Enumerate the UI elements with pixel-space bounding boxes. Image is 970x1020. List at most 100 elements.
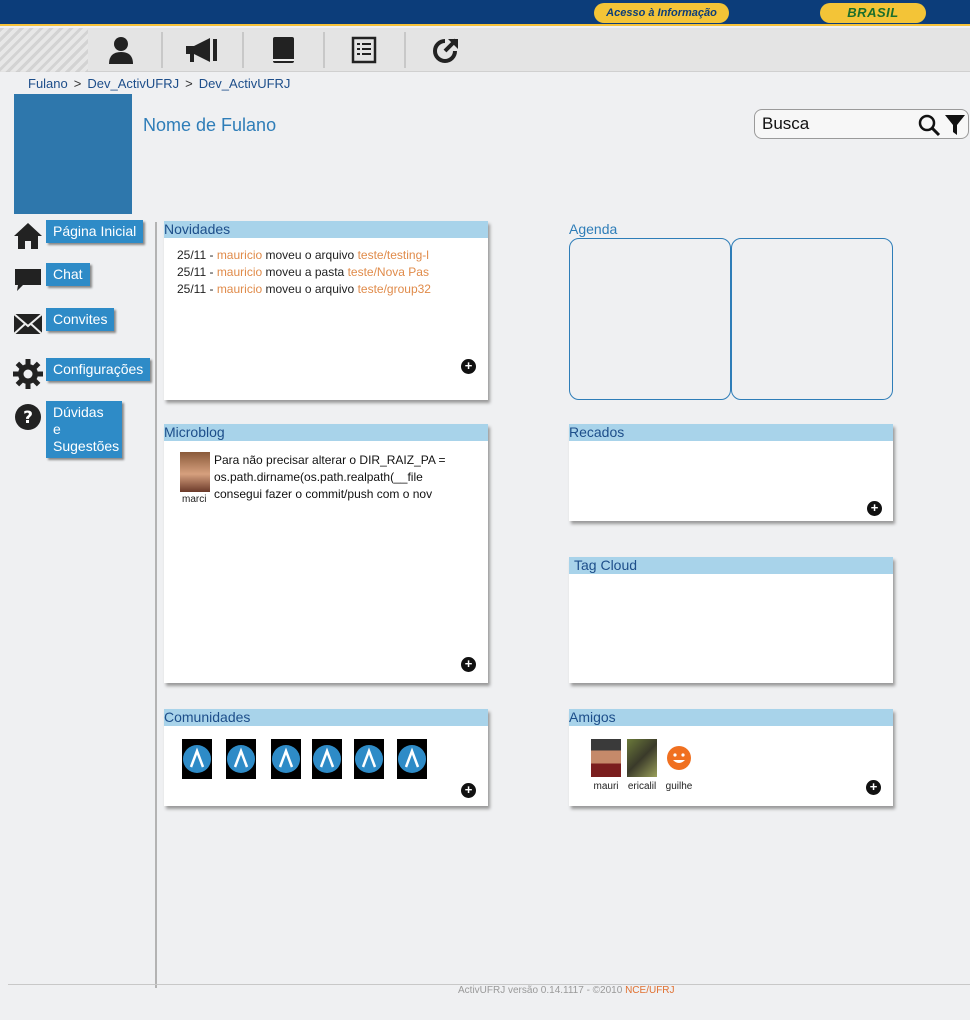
activ-logo-icon (183, 745, 211, 773)
breadcrumb-separator: > (185, 76, 193, 91)
comunidades-title: Comunidades (164, 709, 488, 726)
microblog-panel: Microblog marci Para não precisar altera… (164, 424, 488, 683)
profile-button[interactable] (103, 32, 139, 68)
amigos-more-button[interactable]: + (866, 780, 881, 795)
friend-item[interactable]: guilhe (664, 739, 694, 792)
amigos-panel: Amigos mauri ericalil guilhe + (569, 709, 893, 806)
friend-name: ericalil (627, 781, 657, 792)
megaphone-icon (186, 38, 217, 62)
activ-logo-icon (355, 745, 383, 773)
svg-text:?: ? (23, 408, 33, 428)
envelope-icon (12, 308, 44, 340)
community-item[interactable] (312, 739, 342, 779)
target-link[interactable]: teste/Nova Pas (348, 265, 429, 279)
novidades-list: 25/11 - mauricio moveu o arquivo teste/t… (177, 247, 448, 298)
target-link[interactable]: teste/testing-l (358, 248, 429, 262)
novidades-more-button[interactable]: + (461, 359, 476, 374)
recados-panel: Recados + (569, 424, 893, 521)
item-action: moveu o arquivo (265, 248, 355, 262)
tag-cloud-title: Tag Cloud (569, 557, 893, 574)
sidebar-item-convites[interactable]: Convites (12, 308, 115, 340)
microblog-more-button[interactable]: + (461, 657, 476, 672)
agenda-calendar-cell[interactable] (731, 238, 893, 400)
activ-logo-icon (313, 745, 341, 773)
breadcrumb-item[interactable]: Fulano (28, 76, 68, 91)
user-link[interactable]: mauricio (217, 248, 262, 262)
list-item: 25/11 - mauricio moveu o arquivo teste/t… (177, 247, 448, 264)
toolbar-separator (404, 32, 406, 68)
toolbar-separator (161, 32, 163, 68)
user-link[interactable]: mauricio (217, 265, 262, 279)
page-title: Nome de Fulano (143, 115, 277, 135)
sidebar-item-chat[interactable]: Chat (12, 263, 90, 295)
breadcrumb-item[interactable]: Dev_ActivUFRJ (199, 76, 291, 91)
user-photo[interactable] (180, 452, 210, 492)
friend-name: mauri (593, 781, 619, 792)
list-icon (351, 36, 377, 64)
activ-logo-icon (227, 745, 255, 773)
target-link[interactable]: teste/group32 (358, 282, 431, 296)
friend-item[interactable]: mauri (591, 739, 621, 792)
acesso-informacao-link[interactable]: Acesso à Informação (594, 3, 729, 23)
user-icon (109, 37, 133, 64)
top-toolbar (0, 28, 970, 72)
activ-logo-icon (398, 745, 426, 773)
sidebar-divider (155, 222, 157, 988)
item-date: 25/11 - (177, 248, 214, 262)
brasil-link[interactable]: BRASIL (820, 3, 926, 23)
search-icon[interactable] (917, 113, 941, 137)
breadcrumb: Fulano > Dev_ActivUFRJ > Dev_ActivUFRJ (28, 76, 290, 91)
sidebar-item-duvidas[interactable]: ? Dúvidas e Sugestões (12, 401, 122, 458)
toolbar-decoration (0, 28, 88, 72)
filter-icon[interactable] (944, 113, 966, 137)
sidebar-item-label: Convites (46, 308, 115, 331)
microblog-post: marci Para não precisar alterar o DIR_RA… (180, 452, 450, 508)
community-item[interactable] (397, 739, 427, 779)
user-link[interactable]: mauricio (217, 282, 262, 296)
novidades-title: Novidades (164, 221, 488, 238)
sidebar-item-label: Dúvidas e Sugestões (46, 401, 122, 458)
sidebar-item-configuracoes[interactable]: Configurações (12, 358, 151, 390)
announcements-button[interactable] (184, 32, 220, 68)
activ-logo-icon (272, 745, 300, 773)
agenda-calendar-cell[interactable] (569, 238, 731, 400)
toolbar-separator (323, 32, 325, 68)
avatar[interactable] (14, 94, 132, 214)
agenda-panel: Agenda (569, 221, 893, 402)
help-icon: ? (12, 401, 44, 433)
comunidades-more-button[interactable]: + (461, 783, 476, 798)
home-icon (12, 220, 44, 252)
item-date: 25/11 - (177, 265, 214, 279)
sidebar-item-label: Configurações (46, 358, 151, 381)
item-action: moveu o arquivo (265, 282, 355, 296)
footer-link[interactable]: NCE/UFRJ (625, 985, 674, 996)
chat-icon (12, 263, 44, 295)
sidebar-item-label: Página Inicial (46, 220, 144, 243)
recados-title: Recados (569, 424, 893, 441)
external-link-icon (433, 38, 458, 63)
item-action: moveu a pasta (265, 265, 345, 279)
book-icon (273, 37, 294, 63)
external-link-button[interactable] (428, 32, 464, 68)
activities-button[interactable] (346, 32, 382, 68)
footer: ActivUFRJ versão 0.14.1117 - ©2010 NCE/U… (458, 985, 675, 996)
smiley-icon (664, 739, 694, 777)
community-item[interactable] (182, 739, 212, 779)
sidebar-item-pagina-inicial[interactable]: Página Inicial (12, 220, 144, 252)
recados-more-button[interactable]: + (867, 501, 882, 516)
friend-item[interactable]: ericalil (627, 739, 657, 792)
search-input[interactable] (762, 113, 912, 135)
microblog-title: Microblog (164, 424, 488, 441)
community-item[interactable] (354, 739, 384, 779)
amigos-title: Amigos (569, 709, 893, 726)
community-item[interactable] (271, 739, 301, 779)
post-text: Para não precisar alterar o DIR_RAIZ_PA … (214, 453, 446, 501)
breadcrumb-item[interactable]: Dev_ActivUFRJ (87, 76, 179, 91)
library-button[interactable] (265, 32, 301, 68)
post-user[interactable]: marci (182, 494, 206, 505)
sidebar-item-label: Chat (46, 263, 90, 286)
breadcrumb-separator: > (73, 76, 82, 91)
community-item[interactable] (226, 739, 256, 779)
toolbar-separator (242, 32, 244, 68)
comunidades-panel: Comunidades + (164, 709, 488, 806)
